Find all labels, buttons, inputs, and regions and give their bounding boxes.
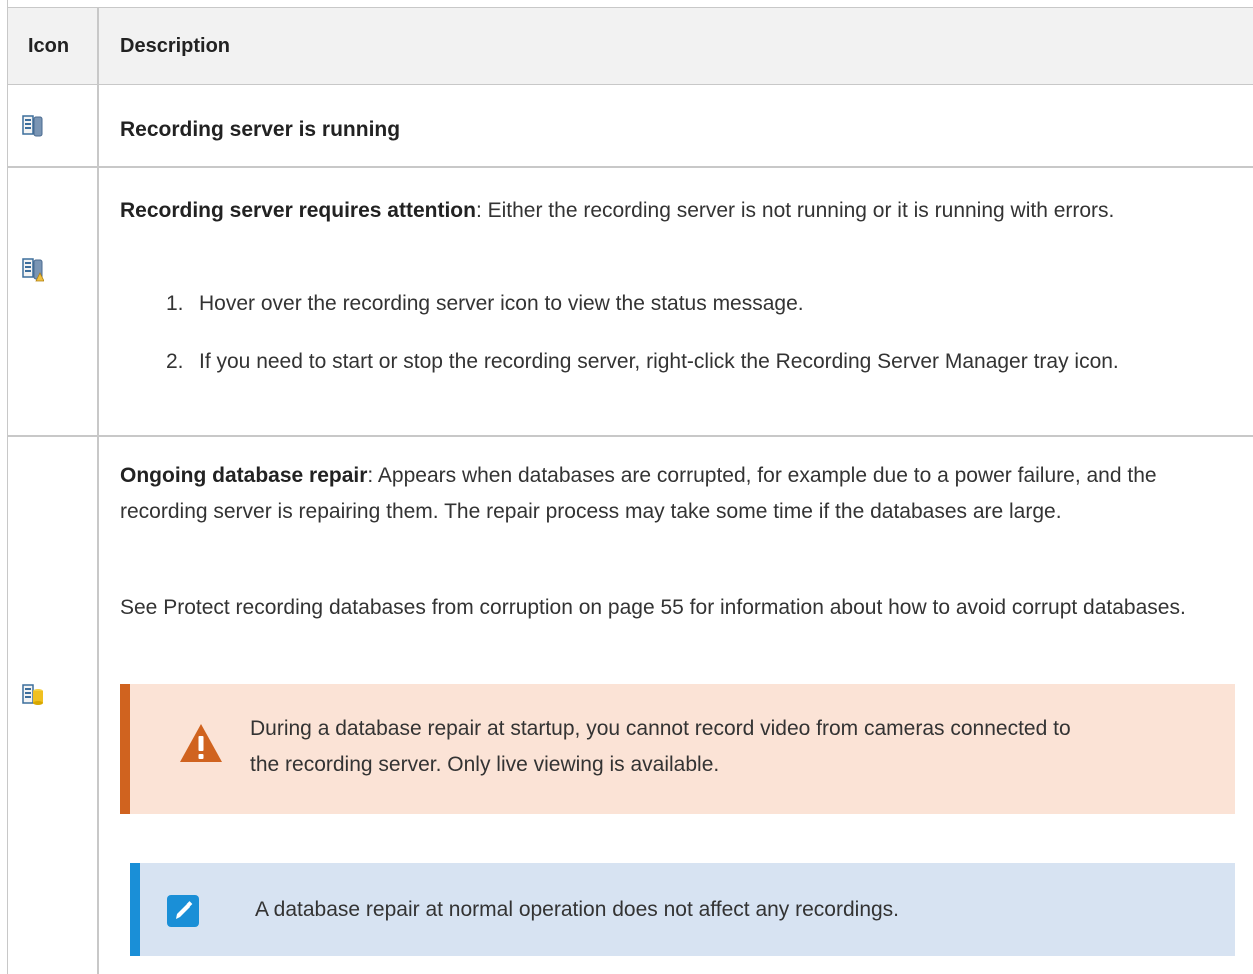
warning-text: During a database repair at startup, you… [250,717,1071,776]
step-text: Hover over the recording server icon to … [199,292,804,315]
row-attention-text: : Either the recording server is not run… [475,199,1115,222]
step-number: 2. [166,350,184,373]
server-attention-icon [22,257,45,289]
row-attention-title: Recording server requires attention [120,199,476,222]
step-number: 1. [166,292,184,315]
pencil-icon [167,895,199,933]
row-attention-description: Recording server requires attention: Eit… [120,193,1235,229]
status-icons-table: Icon Description Recording server is run… [7,0,1253,974]
note-callout: A database repair at normal operation do… [130,863,1235,956]
server-database-repair-icon [22,683,44,713]
row-divider [8,435,1253,437]
row-repair-title: Ongoing database repair [120,464,368,487]
server-running-icon [22,114,44,144]
row-running-description: Recording server is running [120,112,1235,148]
header-description: Description [120,35,231,57]
column-divider [97,7,99,974]
row-repair-description: Ongoing database repair: Appears when da… [120,458,1235,530]
row-divider [8,166,1253,168]
row-running-title: Recording server is running [120,118,401,141]
warning-icon [178,722,224,770]
row-repair-paragraph: See Protect recording databases from cor… [120,596,1186,619]
header-icon: Icon [28,35,70,57]
note-text: A database repair at normal operation do… [255,898,900,921]
warning-callout: During a database repair at startup, you… [120,684,1235,814]
step-text: If you need to start or stop the recordi… [199,350,1119,373]
table-header: Icon Description [8,7,1253,85]
